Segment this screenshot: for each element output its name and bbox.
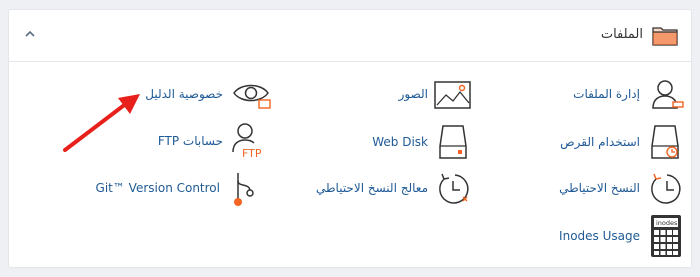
directory-privacy-link[interactable]: خصوصية الدليل: [130, 75, 280, 115]
disk-usage-icon: [651, 125, 679, 159]
backup-wizard-icon: [439, 173, 469, 204]
panel-header[interactable]: الملفات: [9, 10, 691, 62]
calculator-icon: inodes: [651, 215, 681, 257]
backup-label: النسخ الاحتياطي: [559, 181, 640, 195]
git-version-control-label: Git™ Version Control: [95, 181, 220, 195]
section-title: الملفات: [600, 27, 643, 42]
backup-wizard-link[interactable]: معالج النسخ الاحتياطي: [300, 167, 480, 211]
backup-link[interactable]: النسخ الاحتياطي: [550, 167, 692, 211]
git-version-control-link[interactable]: Git™ Version Control: [96, 167, 280, 211]
folder-icon: [652, 27, 678, 46]
images-link[interactable]: الصور: [380, 75, 480, 115]
user-manage-icon: [652, 80, 684, 109]
inodes-usage-link[interactable]: Inodes Usage inodes: [550, 214, 692, 260]
ftp-badge: FTP: [242, 147, 262, 160]
images-label: الصور: [398, 87, 428, 101]
backup-clock-icon: [651, 173, 681, 204]
web-disk-icon: [439, 125, 467, 159]
annotation-arrow-icon: [63, 94, 140, 152]
web-disk-label: Web Disk: [372, 135, 428, 149]
image-icon: [434, 81, 471, 109]
ftp-user-icon: FTP: [232, 123, 262, 160]
ftp-accounts-label: حسابات FTP: [157, 134, 223, 148]
disk-usage-link[interactable]: استخدام القرص: [550, 120, 692, 164]
git-branch-icon: [234, 173, 254, 206]
chevron-up-icon[interactable]: [23, 27, 37, 41]
disk-usage-label: استخدام القرص: [560, 135, 640, 149]
eye-privacy-icon: [233, 84, 271, 109]
inodes-badge: inodes: [656, 219, 678, 227]
ftp-accounts-link[interactable]: حسابات FTP FTP: [150, 120, 280, 164]
file-manager-link[interactable]: إدارة الملفات: [550, 75, 692, 115]
directory-privacy-label: خصوصية الدليل: [145, 87, 223, 101]
file-manager-label: إدارة الملفات: [573, 87, 640, 101]
inodes-usage-label: Inodes Usage: [559, 229, 640, 243]
web-disk-link[interactable]: Web Disk: [370, 120, 480, 164]
backup-wizard-label: معالج النسخ الاحتياطي: [315, 181, 428, 195]
